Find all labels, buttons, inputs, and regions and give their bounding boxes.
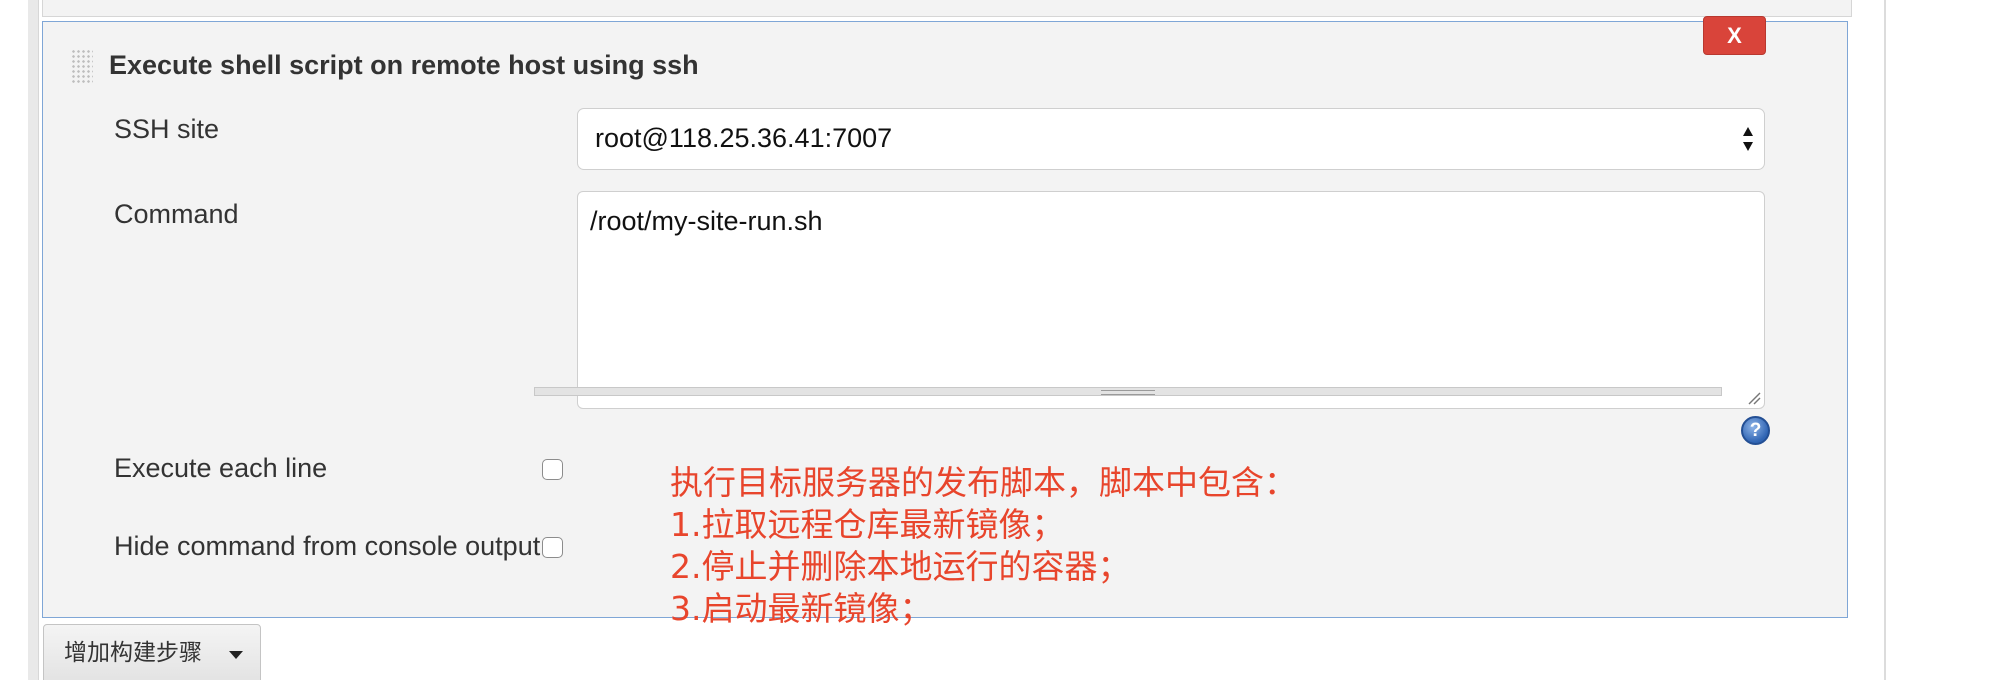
drag-handle-icon[interactable] xyxy=(71,49,93,83)
expand-grip-icon xyxy=(1101,390,1155,395)
caret-down-icon xyxy=(229,651,243,659)
help-icon[interactable]: ? xyxy=(1741,416,1770,445)
delete-step-button[interactable]: X xyxy=(1703,16,1766,55)
select-arrows-icon xyxy=(1743,127,1753,151)
annotation-line: 2.停止并删除本地运行的容器； xyxy=(670,547,1131,586)
command-label: Command xyxy=(114,199,239,229)
ssh-site-select[interactable]: root@118.25.36.41:7007 xyxy=(577,108,1765,170)
annotation-line: 3.启动最新镜像； xyxy=(670,589,933,628)
annotation-note: 执行目标服务器的发布脚本，脚本中包含： 1.拉取远程仓库最新镜像； 2.停止并删… xyxy=(670,462,1297,630)
command-value: /root/my-site-run.sh xyxy=(590,206,823,236)
resize-grip-icon[interactable] xyxy=(1747,391,1761,405)
build-step-title: Execute shell script on remote host usin… xyxy=(109,50,699,80)
command-textarea[interactable]: /root/my-site-run.sh xyxy=(577,191,1765,409)
right-divider xyxy=(1884,0,1886,680)
execute-each-line-checkbox[interactable] xyxy=(542,459,563,480)
ssh-site-label: SSH site xyxy=(114,114,220,144)
left-scroll-rail xyxy=(28,0,39,680)
annotation-line: 执行目标服务器的发布脚本，脚本中包含： xyxy=(670,463,1297,502)
add-build-step-button[interactable]: 增加构建步骤 xyxy=(43,624,261,680)
execute-each-line-label: Execute each line xyxy=(114,453,328,483)
hide-command-label: Hide command from console output xyxy=(114,531,541,561)
textarea-expand-bar[interactable] xyxy=(534,387,1722,396)
hide-command-checkbox[interactable] xyxy=(542,537,563,558)
ssh-site-selected-value: root@118.25.36.41:7007 xyxy=(595,123,893,153)
add-build-step-label: 增加构建步骤 xyxy=(64,640,202,666)
previous-build-step xyxy=(42,0,1852,17)
page: Execute shell script on remote host usin… xyxy=(0,0,1994,680)
annotation-line: 1.拉取远程仓库最新镜像； xyxy=(670,505,1065,544)
